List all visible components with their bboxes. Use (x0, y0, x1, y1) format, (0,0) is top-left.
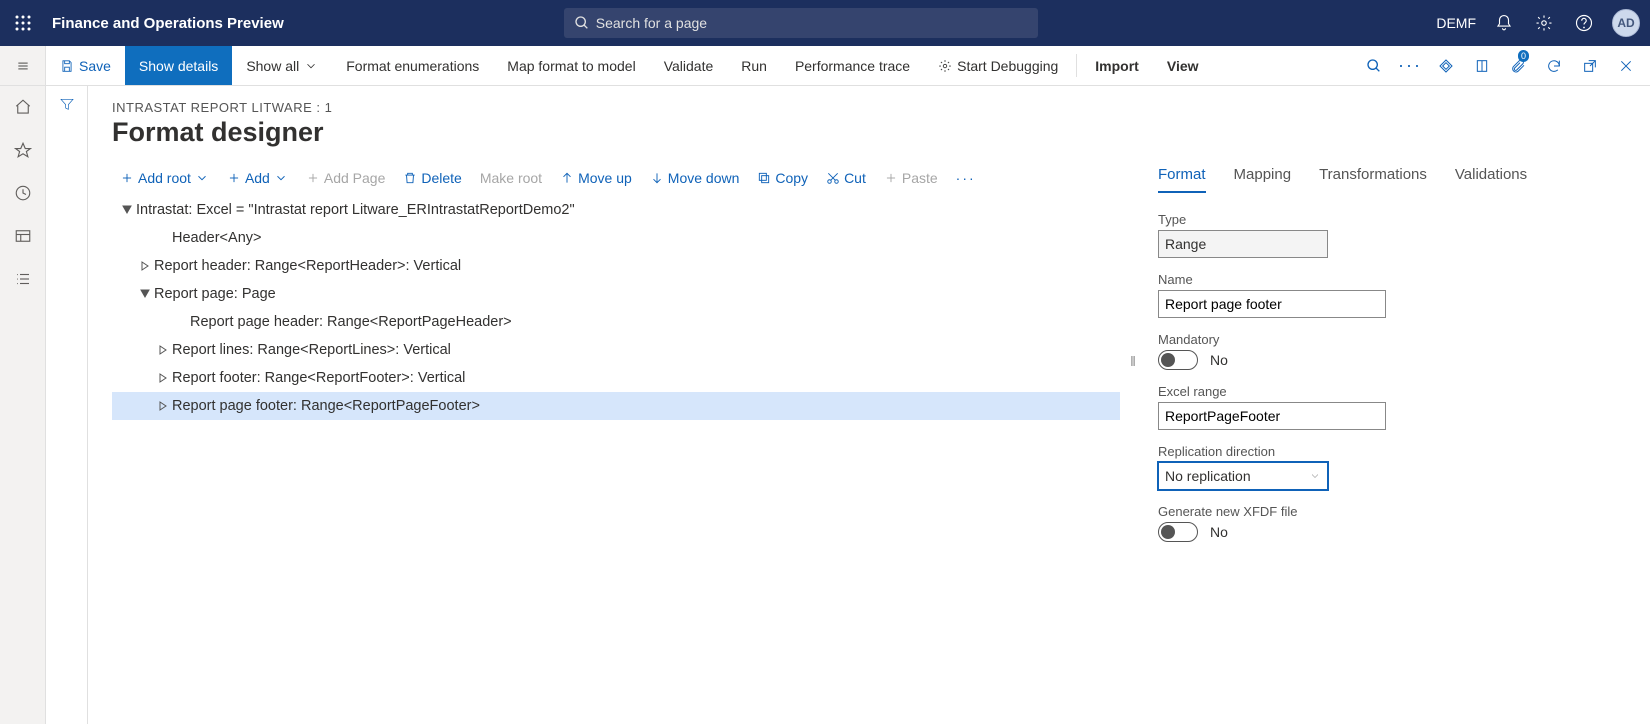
top-banner: Finance and Operations Preview Search fo… (0, 0, 1650, 46)
chevron-down-icon (274, 171, 288, 185)
cmd-box-icon[interactable] (1466, 46, 1498, 85)
caret-down-icon[interactable] (118, 205, 136, 215)
add-root-button[interactable]: Add root (112, 166, 217, 190)
xfdf-field: Generate new XFDF file No (1158, 504, 1626, 542)
filter-icon[interactable] (59, 96, 75, 724)
filter-rail (46, 86, 88, 724)
move-down-button[interactable]: Move down (642, 166, 748, 190)
cut-button[interactable]: Cut (818, 166, 874, 190)
star-icon[interactable] (14, 141, 32, 162)
gear-icon[interactable] (1532, 11, 1556, 35)
format-tree[interactable]: Intrastat: Excel = "Intrastat report Lit… (112, 196, 1120, 420)
delete-button[interactable]: Delete (395, 166, 469, 190)
mandatory-field: Mandatory No (1158, 332, 1626, 370)
global-search[interactable]: Search for a page (564, 8, 1038, 38)
cmd-more-icon[interactable]: ··· (1394, 46, 1426, 85)
excel-range-input[interactable] (1158, 402, 1386, 430)
type-field: Type Range (1158, 212, 1626, 258)
caret-right-icon[interactable] (136, 261, 154, 271)
add-button[interactable]: Add (219, 166, 296, 190)
cmd-popout-icon[interactable] (1574, 46, 1606, 85)
app-title: Finance and Operations Preview (52, 15, 284, 32)
help-icon[interactable] (1572, 11, 1596, 35)
waffle-icon[interactable] (0, 15, 46, 31)
hamburger-button[interactable] (0, 46, 46, 85)
caret-right-icon[interactable] (154, 345, 172, 355)
nav-rail (0, 86, 46, 724)
tree-row[interactable]: Report page header: Range<ReportPageHead… (112, 308, 1120, 336)
chevron-down-icon (304, 59, 318, 73)
replication-select[interactable]: No replication (1158, 462, 1328, 490)
start-debug-button[interactable]: Start Debugging (924, 46, 1072, 85)
validate-button[interactable]: Validate (650, 46, 728, 85)
tree-column: Add root Add Add Page Delete Make root M… (112, 166, 1120, 556)
excel-range-field: Excel range (1158, 384, 1626, 430)
tree-row[interactable]: Report lines: Range<ReportLines>: Vertic… (112, 336, 1120, 364)
cmd-refresh-icon[interactable] (1538, 46, 1570, 85)
clock-icon[interactable] (14, 184, 32, 205)
replication-field: Replication direction No replication (1158, 444, 1626, 490)
properties-panel: Format Mapping Transformations Validatio… (1146, 166, 1626, 556)
move-up-button[interactable]: Move up (552, 166, 640, 190)
banner-right: DEMF AD (1436, 9, 1650, 37)
chevron-down-icon (195, 171, 209, 185)
workspace-icon[interactable] (14, 227, 32, 248)
type-value: Range (1158, 230, 1328, 258)
bell-icon[interactable] (1492, 11, 1516, 35)
tab-validations[interactable]: Validations (1455, 166, 1527, 193)
search-placeholder: Search for a page (596, 15, 707, 31)
home-icon[interactable] (14, 98, 32, 119)
tree-row[interactable]: Report header: Range<ReportHeader>: Vert… (112, 252, 1120, 280)
tree-row[interactable]: Intrastat: Excel = "Intrastat report Lit… (112, 196, 1120, 224)
view-button[interactable]: View (1153, 46, 1213, 85)
run-button[interactable]: Run (727, 46, 781, 85)
tree-more-icon[interactable]: ··· (948, 166, 984, 190)
mandatory-toggle[interactable] (1158, 350, 1198, 370)
name-input[interactable] (1158, 290, 1386, 318)
tree-row[interactable]: Report footer: Range<ReportFooter>: Vert… (112, 364, 1120, 392)
copy-button[interactable]: Copy (749, 166, 816, 190)
breadcrumb: INTRASTAT REPORT LITWARE : 1 (112, 100, 1626, 115)
add-page-button: Add Page (298, 166, 394, 190)
search-icon (574, 15, 590, 31)
tree-row[interactable]: Report page: Page (112, 280, 1120, 308)
tab-mapping[interactable]: Mapping (1234, 166, 1292, 193)
cmd-attach-icon[interactable]: 0 (1502, 46, 1534, 85)
show-all-button[interactable]: Show all (232, 46, 332, 85)
import-button[interactable]: Import (1081, 46, 1153, 85)
company-label[interactable]: DEMF (1436, 15, 1476, 31)
caret-down-icon[interactable] (136, 289, 154, 299)
cmd-search-icon[interactable] (1358, 46, 1390, 85)
cmd-diamond-icon[interactable] (1430, 46, 1462, 85)
tree-row[interactable]: Header<Any> (112, 224, 1120, 252)
modules-icon[interactable] (14, 270, 32, 291)
cmd-right: ··· 0 (1358, 46, 1650, 85)
perf-trace-button[interactable]: Performance trace (781, 46, 924, 85)
cmd-close-icon[interactable] (1610, 46, 1642, 85)
command-bar: Save Show details Show all Format enumer… (0, 46, 1650, 86)
panel-tabs: Format Mapping Transformations Validatio… (1158, 166, 1626, 194)
make-root-button: Make root (472, 166, 550, 190)
main-area: INTRASTAT REPORT LITWARE : 1 Format desi… (88, 86, 1650, 724)
save-button[interactable]: Save (46, 46, 125, 85)
xfdf-toggle[interactable] (1158, 522, 1198, 542)
caret-right-icon[interactable] (154, 373, 172, 383)
tab-transformations[interactable]: Transformations (1319, 166, 1427, 193)
format-enum-button[interactable]: Format enumerations (332, 46, 493, 85)
paste-button: Paste (876, 166, 946, 190)
page-title: Format designer (112, 117, 1626, 148)
avatar[interactable]: AD (1612, 9, 1640, 37)
tree-row-selected[interactable]: Report page footer: Range<ReportPageFoot… (112, 392, 1120, 420)
map-model-button[interactable]: Map format to model (493, 46, 649, 85)
splitter-handle[interactable]: ‖ (1130, 166, 1136, 556)
show-details-button[interactable]: Show details (125, 46, 232, 85)
name-field: Name (1158, 272, 1626, 318)
caret-right-icon[interactable] (154, 401, 172, 411)
tab-format[interactable]: Format (1158, 166, 1206, 193)
tree-toolbar: Add root Add Add Page Delete Make root M… (112, 166, 1120, 190)
chevron-down-icon (1309, 470, 1321, 482)
